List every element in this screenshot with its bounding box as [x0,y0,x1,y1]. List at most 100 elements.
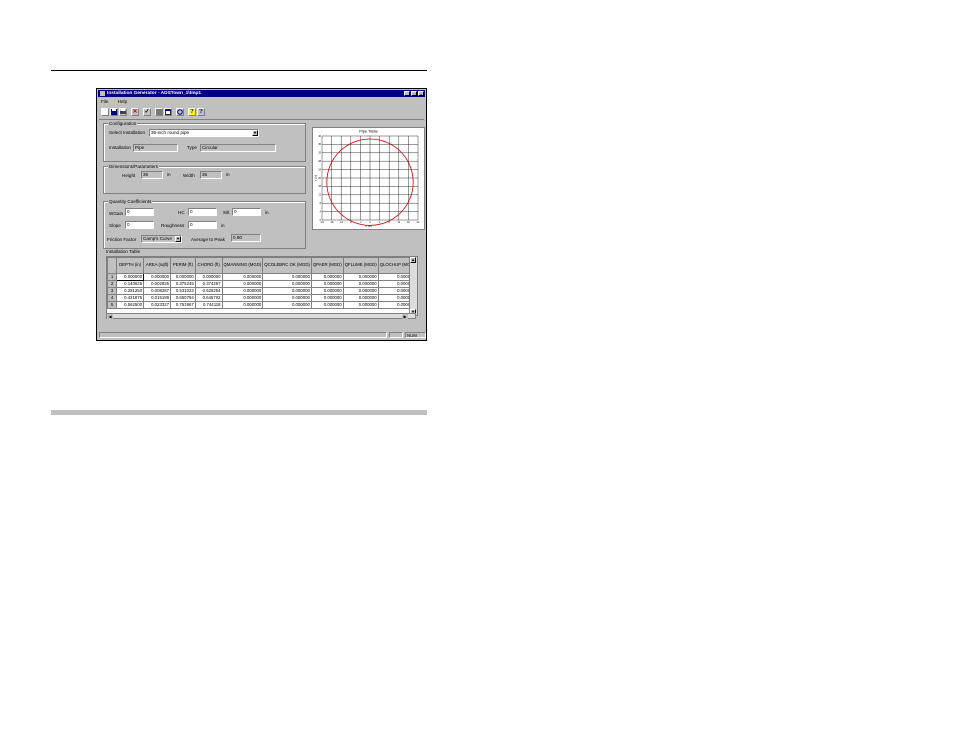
context-help-icon[interactable]: ? [197,108,205,116]
chart-ticks: -200-164-128-812-41602042482812321636204… [318,135,420,224]
table-cell[interactable]: 0.531023 [170,287,196,295]
table-cell[interactable]: 0.015189 [143,294,172,302]
table-cell[interactable]: 0.000000 [342,294,379,302]
table-row[interactable]: 5 0.562500 0.023327 0.751967 0.744118 0.00000… [107,301,417,309]
menu-file[interactable]: File [101,99,108,104]
table-cell[interactable]: 0.281250 [116,287,145,295]
scroll-left-icon[interactable]: ◀ [107,314,113,319]
table-cell[interactable]: 0.000000 [342,280,379,288]
slope-field[interactable]: 0 [125,221,154,229]
y-tick-label: 16 [318,185,321,188]
select-installation-combo[interactable]: 36-inch round pipe ▼ [149,129,259,137]
column-header[interactable]: QCOLEBRC OK (MGD) [262,257,312,274]
table-cell[interactable]: 0.000000 [310,301,344,309]
table-cell[interactable]: 0.002926 [143,280,172,288]
column-header[interactable]: AREA (sqft) [143,257,172,274]
wgain-field[interactable]: 0 [125,208,154,216]
installation-table[interactable]: DEPTH (in) AREA (sqft) PERIM (ft) CHORD (ft… [106,256,418,316]
table-cell[interactable]: 0.650794 [170,294,196,302]
table-cell[interactable]: 0.528254 [194,287,223,295]
new-icon[interactable] [101,108,109,116]
menu-help[interactable]: Help [118,99,127,104]
height-field[interactable]: 36 [141,171,163,179]
silt-field[interactable]: 0 [232,208,261,216]
table-cell[interactable]: 0.000000 [262,273,312,281]
row-number: 1 [107,273,118,281]
table-cell[interactable]: 0.000000 [262,301,312,309]
coefficients-group-label: Quantity Coefficients [108,199,153,204]
roughness-field[interactable]: 0 [188,221,217,229]
window-icon[interactable] [164,108,172,116]
chevron-down-icon[interactable]: ▼ [175,236,181,242]
table-cell[interactable]: 0.000000 [310,280,344,288]
scroll-right-icon[interactable]: ▶ [402,314,408,319]
table-cell[interactable]: 0.645702 [194,294,223,302]
table-cell[interactable]: 0.744118 [194,301,223,309]
list-icon[interactable] [155,108,163,116]
table-cell[interactable]: 0.000000 [310,294,344,302]
column-header[interactable]: QPAER (MGD) [310,257,344,274]
column-header[interactable]: CHORD (ft) [194,257,223,274]
y-tick-label: 8 [320,202,322,205]
table-cell[interactable]: 0.000000 [310,273,344,281]
table-cell[interactable]: 0.000000 [262,287,312,295]
table-cell[interactable]: 0.000000 [194,273,223,281]
table-cell[interactable]: 0.421875 [116,294,145,302]
scroll-up-icon[interactable]: ▲ [410,257,416,263]
table-cell[interactable]: 0.000000 [116,273,145,281]
table-cell[interactable]: 0.000000 [221,301,264,309]
column-header[interactable]: PERIM (ft) [170,257,196,274]
y-tick-label: 28 [318,160,321,163]
table-cell[interactable]: 0.374267 [194,280,223,288]
minimize-button[interactable]: _ [404,91,410,97]
table-row[interactable]: 3 0.281250 0.008287 0.531023 0.528254 0.00000… [107,287,417,295]
chevron-down-icon[interactable]: ▼ [252,130,258,136]
table-header-row: DEPTH (in) AREA (sqft) PERIM (ft) CHORD (ft… [107,257,417,274]
x-tick-label: 8 [389,221,391,224]
print-icon[interactable] [119,108,127,116]
table-row[interactable]: 2 0.140625 0.002926 0.375245 0.374267 0.00000… [107,280,417,288]
pipe-icon[interactable] [176,108,184,116]
delete-icon[interactable]: ✕ [131,108,139,116]
table-cell[interactable]: 0.140625 [116,280,145,288]
x-tick-label: 16 [407,221,410,224]
table-cell[interactable]: 0.000000 [342,287,379,295]
save-icon[interactable] [110,108,118,116]
close-button[interactable]: × [418,91,424,97]
hc-field[interactable]: 0 [188,208,217,216]
table-cell[interactable]: 0.000000 [143,273,172,281]
table-cell[interactable]: 0.375245 [170,280,196,288]
friction-factor-combo[interactable]: Camp's Curve ▼ [141,235,182,243]
table-cell[interactable]: 0.008287 [143,287,172,295]
check-icon[interactable]: ✓ [143,108,151,116]
table-cell[interactable]: 0.562500 [116,301,145,309]
table-horizontal-scrollbar[interactable]: ◀ ▶ [106,313,416,319]
column-header[interactable]: DEPTH (in) [116,257,145,274]
table-cell[interactable]: 0.000000 [170,273,196,281]
table-cell[interactable]: 0.000000 [262,294,312,302]
table-cell[interactable]: 0.000000 [221,273,264,281]
table-cell[interactable]: 0.000000 [310,287,344,295]
menu-bar: File Help [99,98,133,105]
maximize-button[interactable]: □ [411,91,417,97]
table-row[interactable]: 4 0.421875 0.015189 0.650794 0.645702 0.00000… [107,294,417,302]
help-icon[interactable]: ? [188,108,196,116]
column-header[interactable]: QMANNING (MGD) [221,257,264,274]
select-installation-value: 36-inch round pipe [151,130,190,135]
silt-label: Silt [223,210,230,215]
table-cell[interactable]: 0.000000 [221,280,264,288]
table-cell[interactable]: 0.000000 [221,294,264,302]
table-cell[interactable]: 0.023327 [143,301,172,309]
table-cell[interactable]: 0.751967 [170,301,196,309]
width-field[interactable]: 36 [200,171,222,179]
y-tick-label: 32 [318,152,321,155]
table-cell[interactable]: 0.000000 [342,273,379,281]
column-header[interactable]: QFLUME (MGD) [342,257,379,274]
table-corner[interactable] [107,257,118,274]
table-cell[interactable]: 0.000000 [221,287,264,295]
table-cell[interactable]: 0.000000 [342,301,379,309]
table-cell[interactable]: 0.000000 [262,280,312,288]
row-number: 5 [107,301,118,309]
table-row[interactable]: 1 0.000000 0.000000 0.000000 0.000000 0.00000… [107,273,417,281]
table-vertical-scrollbar[interactable]: ▲ ▼ [409,257,417,315]
